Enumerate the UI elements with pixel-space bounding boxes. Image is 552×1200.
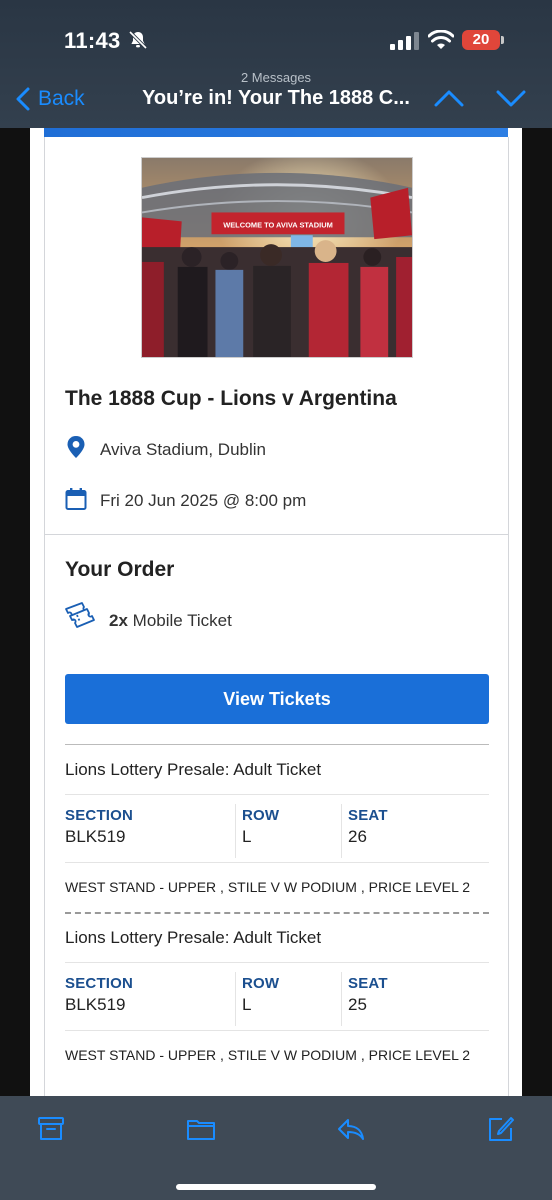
- seat-label: SEAT: [348, 975, 388, 992]
- back-button[interactable]: Back: [14, 84, 85, 114]
- seat-column: SEAT 25: [348, 975, 388, 1015]
- ticket-type: Mobile Ticket: [132, 611, 232, 630]
- chevron-down-icon[interactable]: [494, 86, 528, 110]
- section-label: SECTION: [65, 975, 134, 992]
- folder-icon[interactable]: [186, 1114, 216, 1144]
- column-separator: [341, 972, 342, 1026]
- right-margin: [522, 128, 552, 1096]
- ticket-item: Lions Lottery Presale: Adult Ticket SECT…: [65, 912, 489, 1080]
- home-indicator: [176, 1184, 376, 1190]
- ticket-quantity: 2x Mobile Ticket: [109, 611, 232, 631]
- column-separator: [235, 804, 236, 858]
- ticket-card: WELCOME TO AVIVA STADIUM The 1888 Cup - …: [44, 137, 509, 1096]
- seat-column: SEAT 26: [348, 807, 388, 847]
- row-label: ROW: [242, 975, 280, 992]
- top-bar: 11:43 20 Back 2 Messages You’re in! Your…: [0, 0, 552, 128]
- ticket-description: WEST STAND - UPPER , STILE V W PODIUM , …: [65, 879, 471, 895]
- mobile-ticket-icon: [65, 602, 95, 628]
- nav-title-block: 2 Messages You’re in! Your The 1888 C...: [128, 70, 424, 110]
- ticket-item: Lions Lottery Presale: Adult Ticket SECT…: [65, 744, 489, 912]
- archive-icon[interactable]: [36, 1114, 66, 1144]
- bell-slash-icon: [128, 30, 148, 50]
- section-value: BLK519: [65, 827, 126, 846]
- event-title: The 1888 Cup - Lions v Argentina: [65, 387, 397, 410]
- order-heading: Your Order: [65, 558, 175, 581]
- ticket-name: Lions Lottery Presale: Adult Ticket: [65, 760, 322, 779]
- ticket-top-rule: [65, 744, 489, 745]
- quantity-value: 2x: [109, 611, 128, 630]
- row-value: L: [242, 995, 252, 1014]
- battery-indicator: 20: [462, 30, 500, 50]
- seat-label: SEAT: [348, 807, 388, 824]
- chevron-up-icon[interactable]: [432, 86, 466, 110]
- status-time: 11:43: [64, 28, 121, 53]
- row-value: L: [242, 827, 252, 846]
- ticket-description: WEST STAND - UPPER , STILE V W PODIUM , …: [65, 1047, 471, 1063]
- event-date: Fri 20 Jun 2025 @ 8:00 pm: [100, 491, 307, 510]
- section-column: SECTION BLK519: [65, 975, 133, 1015]
- chevron-left-icon: [16, 87, 30, 111]
- cellular-signal-icon: [390, 32, 419, 50]
- ticket-rule: [65, 862, 489, 863]
- reply-icon[interactable]: [336, 1114, 366, 1144]
- section-value: BLK519: [65, 995, 126, 1014]
- section-label: SECTION: [65, 807, 134, 824]
- event-hero-image: WELCOME TO AVIVA STADIUM: [141, 157, 413, 358]
- hero-banner-text: WELCOME TO AVIVA STADIUM: [223, 220, 333, 229]
- email-subject: You’re in! Your The 1888 C...: [142, 87, 410, 109]
- row-column: ROW L: [242, 975, 279, 1015]
- seat-value: 26: [348, 827, 367, 846]
- ticket-rule: [65, 794, 489, 795]
- ticket-name: Lions Lottery Presale: Adult Ticket: [65, 928, 322, 947]
- header-strip: [44, 128, 508, 137]
- row-column: ROW L: [242, 807, 279, 847]
- ticket-rule: [65, 1030, 489, 1031]
- ticket-dashed-separator: [65, 912, 489, 914]
- event-venue: Aviva Stadium, Dublin: [100, 440, 266, 459]
- wifi-icon: [428, 30, 454, 49]
- message-count: 2 Messages: [240, 70, 312, 85]
- battery-tip: [501, 36, 504, 44]
- section-column: SECTION BLK519: [65, 807, 133, 847]
- column-separator: [341, 804, 342, 858]
- calendar-icon: [65, 488, 87, 510]
- left-margin: [0, 128, 30, 1096]
- view-tickets-button[interactable]: View Tickets: [65, 674, 489, 724]
- row-label: ROW: [242, 807, 280, 824]
- section-divider: [45, 534, 508, 535]
- location-pin-icon: [67, 436, 85, 458]
- compose-icon[interactable]: [486, 1114, 516, 1144]
- seat-value: 25: [348, 995, 367, 1014]
- back-label: Back: [38, 87, 85, 110]
- column-separator: [235, 972, 236, 1026]
- ticket-rule: [65, 962, 489, 963]
